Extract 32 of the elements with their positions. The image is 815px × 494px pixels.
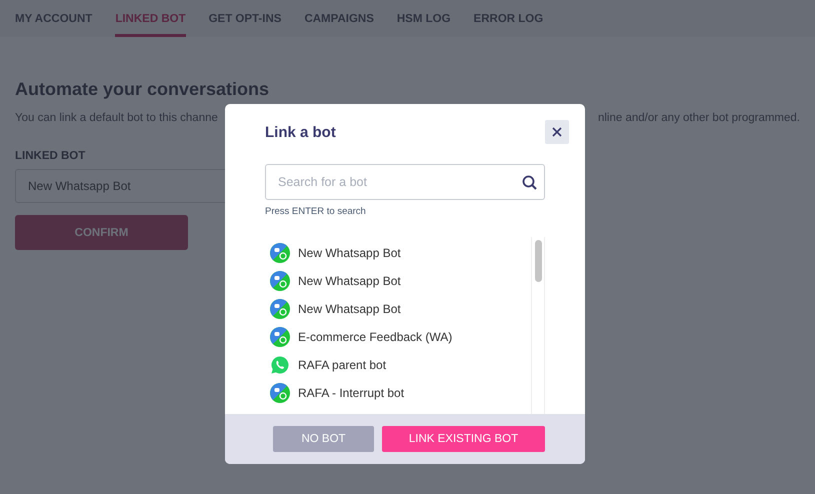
bot-channel-icon bbox=[270, 299, 290, 319]
nav-tab[interactable]: ERROR LOG bbox=[474, 0, 544, 37]
bot-channel-icon bbox=[270, 327, 290, 347]
chat-phone-icon bbox=[270, 355, 290, 375]
bot-channel-icon bbox=[270, 271, 290, 291]
bot-list-item[interactable]: RAFA parent bot bbox=[265, 351, 531, 379]
link-existing-bot-button[interactable]: LINK EXISTING BOT bbox=[382, 426, 545, 452]
nav-tab[interactable]: GET OPT-INS bbox=[208, 0, 282, 37]
bot-list-item[interactable]: New Whatsapp Bot bbox=[265, 239, 531, 267]
nav-tab[interactable]: CAMPAIGNS bbox=[304, 0, 374, 37]
nav-tab[interactable]: LINKED BOT bbox=[115, 0, 186, 37]
search-field[interactable]: Search for a bot bbox=[265, 164, 545, 200]
description-text: nline and/or any other bot programmed. bbox=[598, 112, 800, 124]
field-label: LINKED BOT bbox=[15, 150, 86, 162]
bot-list-item[interactable]: New Whatsapp Bot bbox=[265, 267, 531, 295]
no-bot-button[interactable]: NO BOT bbox=[273, 426, 374, 452]
confirm-button[interactable]: CONFIRM bbox=[15, 215, 188, 250]
bot-channel-icon bbox=[270, 383, 290, 403]
nav-tab[interactable]: HSM LOG bbox=[396, 0, 451, 37]
close-icon bbox=[552, 127, 562, 137]
page-heading: Automate your conversations bbox=[15, 79, 270, 100]
dialog-title: Link a bot bbox=[265, 124, 336, 140]
search-icon bbox=[522, 175, 537, 190]
nav-tab[interactable]: MY ACCOUNT bbox=[15, 0, 92, 37]
close-button[interactable] bbox=[545, 120, 569, 144]
bot-channel-icon bbox=[270, 243, 290, 263]
search-hint: Press ENTER to search bbox=[265, 206, 367, 217]
bot-list-item[interactable]: RAFA - Interrupt bot bbox=[265, 379, 531, 407]
bot-list-item[interactable]: New Whatsapp Bot bbox=[265, 295, 531, 323]
description-text: You can link a default bot to this channe bbox=[15, 112, 218, 124]
bot-list-item[interactable]: E-commerce Feedback (WA) bbox=[265, 323, 531, 351]
scrollbar[interactable] bbox=[531, 237, 545, 414]
